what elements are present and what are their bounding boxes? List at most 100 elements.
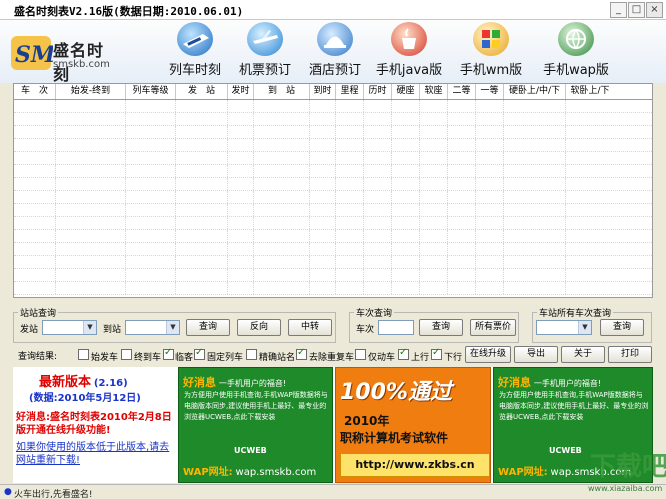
- filter-up-checkbox[interactable]: [398, 347, 409, 360]
- to-station-select[interactable]: ▼: [125, 320, 180, 335]
- table-cell: [14, 126, 56, 138]
- table-cell: [310, 243, 336, 255]
- table-row[interactable]: [14, 217, 652, 230]
- column-header[interactable]: 软卧上/下: [566, 84, 614, 99]
- table-cell: [476, 113, 504, 125]
- column-header[interactable]: 到时: [310, 84, 336, 99]
- filter-emu-only-checkbox[interactable]: [355, 349, 366, 360]
- export-button[interactable]: 导出: [514, 346, 558, 363]
- nav-mobile-java[interactable]: 手机java版: [369, 22, 449, 80]
- filter-exact-name-checkbox[interactable]: [246, 349, 257, 360]
- table-cell: [504, 113, 566, 125]
- table-cell: [228, 256, 254, 268]
- column-header[interactable]: 到 站: [254, 84, 310, 99]
- print-button[interactable]: 打印: [608, 346, 652, 363]
- latest-version-panel[interactable]: 最新版本 (2.16) (数据:2010年5月12日) 好消息:盛名时刻表201…: [13, 367, 173, 483]
- mobile-wap-ad[interactable]: 好消息 一手机用户的福音! 为方便用户使用手机查询,手机WAP版数据将与电脑版本…: [178, 367, 333, 483]
- filter-temporary-checkbox[interactable]: [163, 347, 174, 360]
- column-header[interactable]: 历时: [364, 84, 392, 99]
- table-cell: [56, 126, 126, 138]
- column-header[interactable]: 里程: [336, 84, 364, 99]
- table-row[interactable]: [14, 178, 652, 191]
- exam-software-ad[interactable]: 100%通过 2010年 职称计算机考试软件 http://www.zkbs.c…: [335, 367, 491, 483]
- nav-label: 手机wap版: [543, 63, 609, 78]
- table-cell: [176, 230, 228, 242]
- all-fares-button[interactable]: 所有票价: [470, 319, 516, 336]
- column-header[interactable]: 车 次: [14, 84, 56, 99]
- filter-label: 固定列车: [207, 353, 244, 363]
- table-row[interactable]: [14, 256, 652, 269]
- nav-mobile-wap[interactable]: 手机wap版: [536, 22, 616, 80]
- about-button[interactable]: 关于: [561, 346, 605, 363]
- table-cell: [176, 282, 228, 294]
- table-cell: [566, 178, 614, 190]
- column-header[interactable]: 硬卧上/中/下: [504, 84, 566, 99]
- maximize-button[interactable]: □: [628, 2, 645, 18]
- station-query-button[interactable]: 查询: [186, 319, 230, 336]
- wap-url[interactable]: wap.smskb.com: [236, 467, 317, 478]
- transfer-button[interactable]: 中转: [288, 319, 332, 336]
- filter-label: 仅动车: [368, 353, 396, 363]
- table-cell: [228, 178, 254, 190]
- table-cell: [228, 100, 254, 112]
- table-row[interactable]: [14, 100, 652, 113]
- status-bullet-icon: ●: [4, 487, 12, 497]
- table-row[interactable]: [14, 191, 652, 204]
- column-header[interactable]: 列车等级: [126, 84, 176, 99]
- table-row[interactable]: [14, 126, 652, 139]
- from-station-select[interactable]: ▼: [42, 320, 97, 335]
- column-header[interactable]: 二等: [448, 84, 476, 99]
- ad-tag: 好消息: [498, 376, 531, 389]
- nav-hotel-booking[interactable]: 酒店预订: [295, 22, 375, 80]
- table-cell: [392, 165, 420, 177]
- table-row[interactable]: [14, 139, 652, 152]
- column-header[interactable]: 始发-终到: [56, 84, 126, 99]
- reverse-button[interactable]: 反向: [237, 319, 281, 336]
- table-cell: [566, 256, 614, 268]
- table-row[interactable]: [14, 152, 652, 165]
- table-cell: [336, 126, 364, 138]
- close-button[interactable]: ×: [646, 2, 663, 18]
- app-logo[interactable]: SM 盛名时刻 smskb.com: [9, 32, 119, 84]
- table-cell: [126, 113, 176, 125]
- station-select[interactable]: ▼: [536, 320, 592, 335]
- table-row[interactable]: [14, 282, 652, 295]
- table-cell: [504, 243, 566, 255]
- table-row[interactable]: [14, 165, 652, 178]
- nav-train-timetable[interactable]: 列车时刻: [155, 22, 235, 80]
- table-cell: [420, 269, 448, 281]
- table-row[interactable]: [14, 269, 652, 282]
- table-row[interactable]: [14, 230, 652, 243]
- column-header[interactable]: 硬座: [392, 84, 420, 99]
- table-cell: [56, 217, 126, 229]
- table-cell: [310, 139, 336, 151]
- filter-down-checkbox[interactable]: [431, 347, 442, 360]
- timetable-grid[interactable]: 车 次 始发-终到 列车等级 发 站 发时 到 站 到时 里程 历时 硬座 软座…: [13, 83, 653, 298]
- train-number-input[interactable]: [378, 320, 414, 335]
- train-query-button[interactable]: 查询: [419, 319, 463, 336]
- column-header[interactable]: 发时: [228, 84, 254, 99]
- latest-version-number: (2.16): [93, 378, 128, 389]
- minimize-button[interactable]: _: [610, 2, 627, 18]
- exam-ad-url[interactable]: http://www.zkbs.cn: [340, 453, 490, 477]
- table-row[interactable]: [14, 113, 652, 126]
- download-link[interactable]: 如果你使用的版本低于此版本,请去网站重新下载!: [16, 441, 172, 467]
- table-cell: [56, 191, 126, 203]
- train-icon: [177, 22, 213, 56]
- column-header[interactable]: 软座: [420, 84, 448, 99]
- table-cell: [504, 178, 566, 190]
- column-header[interactable]: 一等: [476, 84, 504, 99]
- table-row[interactable]: [14, 243, 652, 256]
- table-cell: [14, 217, 56, 229]
- filter-origin-checkbox[interactable]: [78, 349, 89, 360]
- filter-dedupe-checkbox[interactable]: [296, 347, 307, 360]
- nav-flight-booking[interactable]: 机票预订: [225, 22, 305, 80]
- online-upgrade-button[interactable]: 在线升级: [465, 346, 511, 363]
- table-cell: [364, 243, 392, 255]
- filter-fixed-checkbox[interactable]: [194, 347, 205, 360]
- column-header[interactable]: 发 站: [176, 84, 228, 99]
- nav-mobile-wm[interactable]: 手机wm版: [451, 22, 531, 80]
- table-row[interactable]: [14, 204, 652, 217]
- filter-terminal-checkbox[interactable]: [121, 349, 132, 360]
- all-trains-query-button[interactable]: 查询: [600, 319, 644, 336]
